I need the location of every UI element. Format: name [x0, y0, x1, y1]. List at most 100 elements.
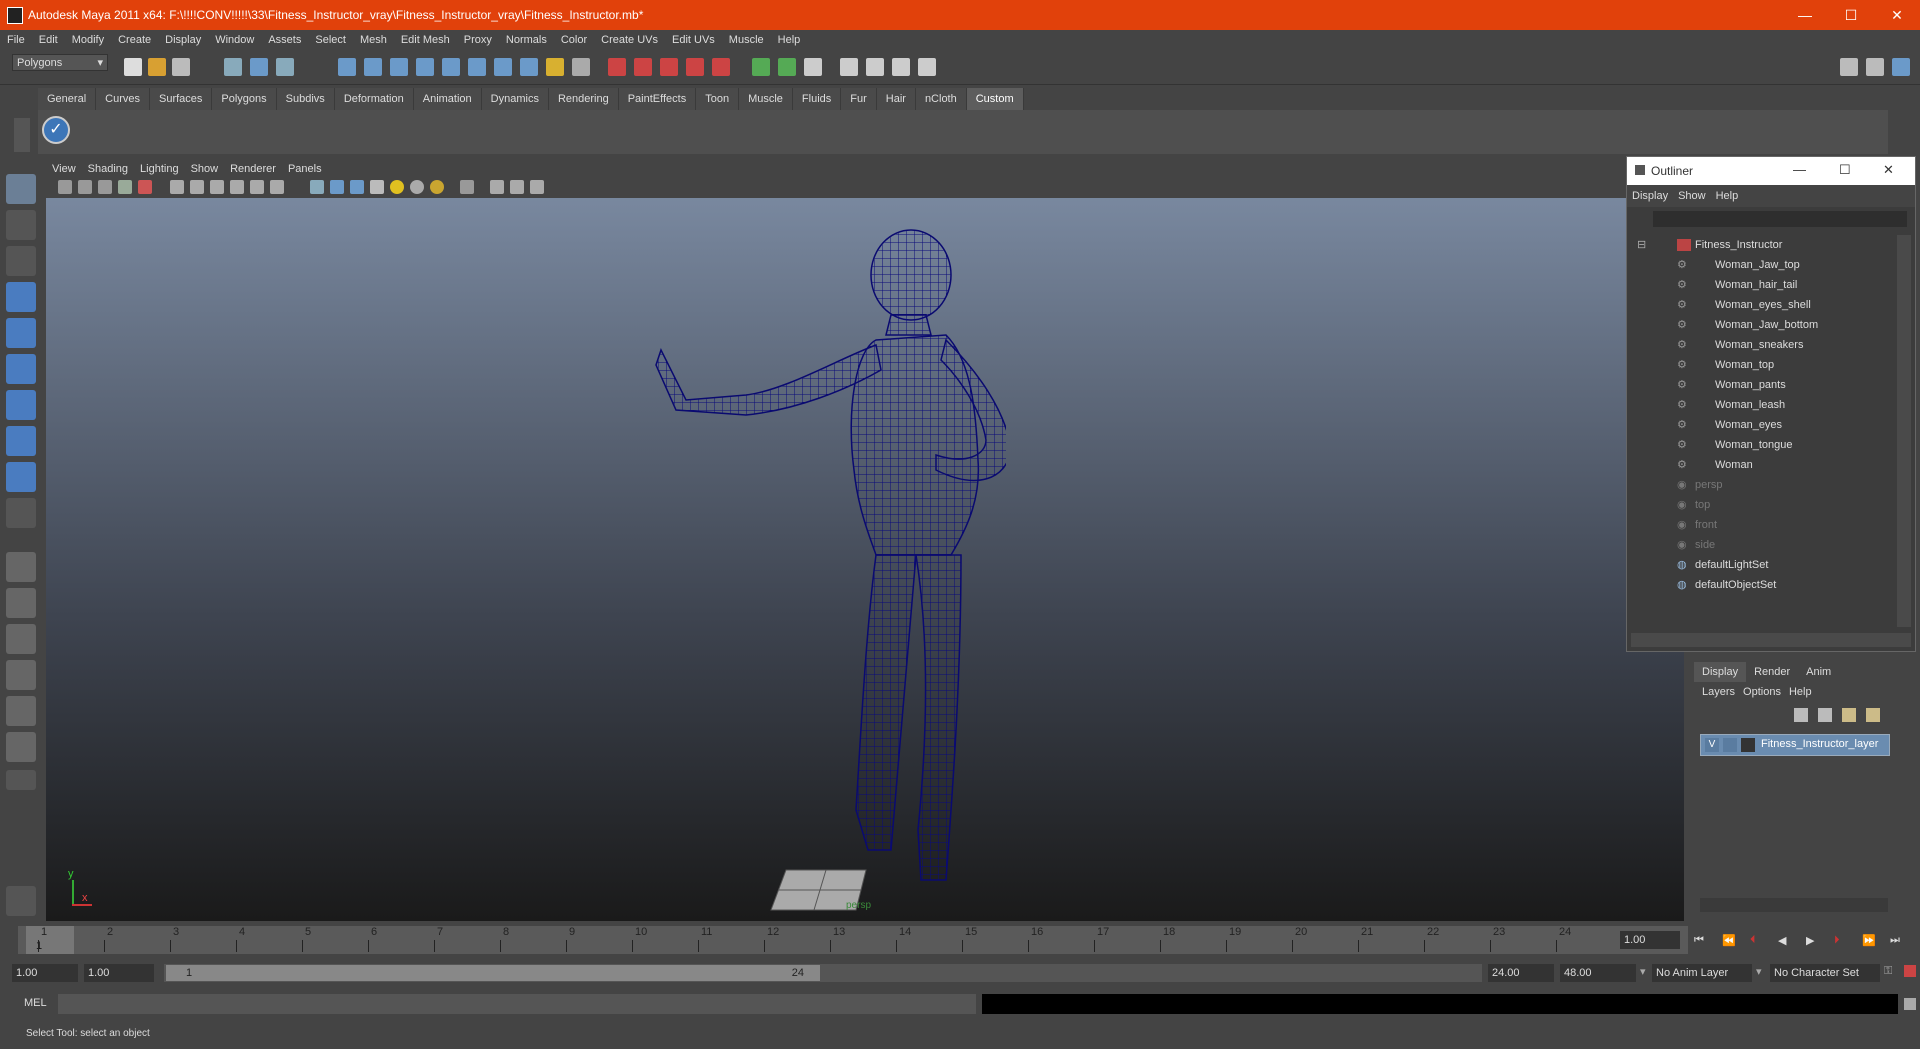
menu-create[interactable]: Create: [111, 30, 158, 50]
snap-live-icon[interactable]: [494, 58, 512, 76]
paint-select-tool-icon[interactable]: [6, 246, 36, 276]
viewport-menu-shading[interactable]: Shading: [82, 160, 134, 178]
shelf-tab-curves[interactable]: Curves: [96, 88, 150, 110]
viewport-menu-show[interactable]: Show: [185, 160, 225, 178]
rotate-tool-icon[interactable]: [6, 318, 36, 348]
persp-hypershade-layout-icon[interactable]: [6, 696, 36, 726]
go-to-start-icon[interactable]: ⏮: [1694, 934, 1704, 947]
snap-plane-icon[interactable]: [416, 58, 434, 76]
tab-display[interactable]: Display: [1694, 662, 1747, 682]
character-set-menu-icon[interactable]: ▾: [1756, 965, 1762, 978]
step-forward-frame-icon[interactable]: ⏵: [1834, 934, 1840, 947]
single-perspective-layout-icon[interactable]: [6, 552, 36, 582]
snap-grid-icon[interactable]: [338, 58, 356, 76]
safe-action-icon[interactable]: [250, 180, 264, 194]
soft-modification-icon[interactable]: [6, 426, 36, 456]
end-time-field[interactable]: 48.00: [1560, 964, 1636, 982]
snap-view-icon[interactable]: [468, 58, 486, 76]
menu-color[interactable]: Color: [554, 30, 594, 50]
magnet-point-icon[interactable]: [660, 58, 678, 76]
output-ops-icon[interactable]: [778, 58, 796, 76]
lock-icon[interactable]: [546, 58, 564, 76]
collapse-icon[interactable]: ⊟: [1637, 235, 1646, 255]
wireframe-on-shaded-icon[interactable]: [350, 180, 364, 194]
shelf-tab-surfaces[interactable]: Surfaces: [149, 88, 213, 110]
outliner-item[interactable]: ⚙ Woman_Jaw_top: [1631, 255, 1893, 275]
clipboard-icon[interactable]: [804, 58, 822, 76]
outliner-item[interactable]: ⚙ Woman_Jaw_bottom: [1631, 315, 1893, 335]
minimize-button[interactable]: —: [1782, 0, 1828, 30]
outliner-vertical-scrollbar[interactable]: [1897, 235, 1911, 627]
input-ops-icon[interactable]: [752, 58, 770, 76]
open-scene-icon[interactable]: [148, 58, 166, 76]
show-manipulator-icon[interactable]: [6, 462, 36, 492]
shadows-icon[interactable]: [430, 180, 444, 194]
grid-toggle-icon[interactable]: [170, 180, 184, 194]
shelf-tab-muscle[interactable]: Muscle: [739, 88, 793, 110]
wireframe-icon[interactable]: [310, 180, 324, 194]
fitness-instructor-wireframe[interactable]: [586, 210, 1006, 910]
outliner-menu-show[interactable]: Show: [1673, 185, 1711, 207]
save-scene-icon[interactable]: [172, 58, 190, 76]
outliner-filter-input[interactable]: [1653, 211, 1907, 227]
character-set-selector[interactable]: No Character Set: [1770, 964, 1880, 982]
menu-normals[interactable]: Normals: [499, 30, 554, 50]
go-to-end-icon[interactable]: ⏭: [1890, 934, 1900, 947]
viewport-menu-lighting[interactable]: Lighting: [134, 160, 185, 178]
shelf-tab-animation[interactable]: Animation: [413, 88, 482, 110]
shelf-tab-subdivs[interactable]: Subdivs: [276, 88, 335, 110]
auto-key-icon[interactable]: ⚿: [1884, 965, 1892, 978]
show-attribute-editor-icon[interactable]: [1840, 58, 1858, 76]
maximize-button[interactable]: ☐: [1828, 0, 1874, 30]
smooth-shade-icon[interactable]: [330, 180, 344, 194]
playback-end-field[interactable]: 24.00: [1488, 964, 1554, 982]
menu-muscle[interactable]: Muscle: [722, 30, 771, 50]
magnet-live-icon[interactable]: [712, 58, 730, 76]
new-layer-icon[interactable]: [1842, 708, 1856, 722]
construction-history-icon[interactable]: [572, 58, 590, 76]
layer-scrollbar[interactable]: [1700, 898, 1888, 912]
outliner-horizontal-scrollbar[interactable]: [1631, 633, 1911, 647]
render-settings-icon[interactable]: [918, 58, 936, 76]
layer-menu-help[interactable]: Help: [1785, 686, 1816, 698]
show-tool-settings-icon[interactable]: [1866, 58, 1884, 76]
menu-create-uvs[interactable]: Create UVs: [594, 30, 665, 50]
xray-joints-icon[interactable]: [510, 180, 524, 194]
select-hierarchy-icon[interactable]: [224, 58, 242, 76]
snap-surface-icon[interactable]: [442, 58, 460, 76]
persp-graph-outliner-layout-icon[interactable]: [6, 732, 36, 762]
outliner-item[interactable]: ◍ defaultObjectSet: [1631, 575, 1893, 595]
outliner-item[interactable]: ⚙ Woman_hair_tail: [1631, 275, 1893, 295]
all-lights-icon[interactable]: [410, 180, 424, 194]
outliner-maximize-button[interactable]: ☐: [1839, 162, 1851, 178]
menu-help[interactable]: Help: [771, 30, 808, 50]
isolate-select-icon[interactable]: [460, 180, 474, 194]
outliner-item[interactable]: ◉ front: [1631, 515, 1893, 535]
bookmark-icon[interactable]: [98, 180, 112, 194]
layer-visibility-toggle[interactable]: V: [1705, 738, 1719, 752]
layer-menu-options[interactable]: Options: [1739, 686, 1785, 698]
outliner-item[interactable]: ⚙ Woman_sneakers: [1631, 335, 1893, 355]
select-object-icon[interactable]: [250, 58, 268, 76]
shelf-tab-hair[interactable]: Hair: [876, 88, 916, 110]
four-view-layout-icon[interactable]: [6, 588, 36, 618]
step-back-key-icon[interactable]: ⏪: [1722, 934, 1736, 947]
layer-color-swatch[interactable]: [1741, 738, 1755, 752]
menu-mesh[interactable]: Mesh: [353, 30, 394, 50]
range-slider-track[interactable]: 1 24: [164, 964, 1482, 982]
shelf-tab-polygons[interactable]: Polygons: [212, 88, 277, 110]
film-gate-icon[interactable]: [138, 180, 152, 194]
safe-title-icon[interactable]: [270, 180, 284, 194]
layer-playback-toggle[interactable]: [1723, 738, 1737, 752]
ipr-render-icon[interactable]: [892, 58, 910, 76]
viewport-menu-panels[interactable]: Panels: [282, 160, 328, 178]
snap-point-icon[interactable]: [390, 58, 408, 76]
time-slider[interactable]: 1 1 2 3 4 5 6 7 8 9 10 11 12 13 14 15 16 17 18 19 20 21 22 23 2…: [18, 926, 1688, 954]
command-input[interactable]: [58, 994, 976, 1014]
shelf-tab-general[interactable]: General: [38, 88, 97, 110]
outliner-item[interactable]: ⚙ Woman_pants: [1631, 375, 1893, 395]
new-scene-icon[interactable]: [124, 58, 142, 76]
persp-outliner-layout-icon[interactable]: [6, 624, 36, 654]
current-time-indicator[interactable]: [26, 926, 74, 954]
field-chart-icon[interactable]: [230, 180, 244, 194]
